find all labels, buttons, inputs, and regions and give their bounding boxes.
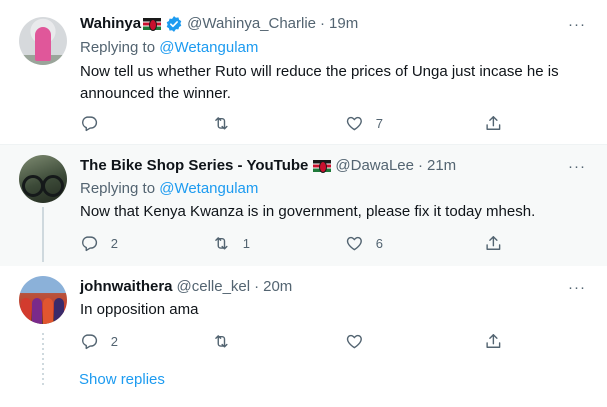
separator: · <box>254 278 260 295</box>
display-name[interactable]: Wahinya <box>80 14 141 34</box>
avatar[interactable] <box>19 17 67 65</box>
heart-icon <box>346 334 362 348</box>
avatar-bike-wheel <box>42 175 64 197</box>
tweet-text: In opposition ama <box>80 301 199 318</box>
tweet-3[interactable]: johnwaithera @celle_kel · 20m ··· In opp… <box>0 266 607 407</box>
retweet-icon <box>215 236 228 250</box>
retweet-icon <box>215 334 228 348</box>
reply-button[interactable] <box>80 113 111 133</box>
retweet-button[interactable] <box>212 113 243 133</box>
separator: · <box>418 157 423 174</box>
timestamp[interactable]: 19m <box>329 14 358 34</box>
replying-to-label: Replying to <box>80 180 156 197</box>
avatar[interactable] <box>19 276 67 324</box>
share-icon <box>486 235 501 250</box>
more-options-icon[interactable]: ··· <box>567 280 587 301</box>
reply-count: 2 <box>110 333 118 349</box>
like-button[interactable] <box>345 331 376 351</box>
reply-icon <box>82 334 98 349</box>
tweet-actions: 2 <box>80 331 520 351</box>
retweet-icon <box>215 116 228 130</box>
like-button[interactable]: 6 <box>345 233 383 253</box>
like-count: 7 <box>375 115 383 131</box>
more-options-icon[interactable]: ··· <box>567 159 587 180</box>
tweet-text: Now that Kenya Kwanza is in government, … <box>80 203 536 220</box>
tweet-actions: 7 <box>80 113 520 133</box>
kenya-flag-icon <box>313 160 332 173</box>
share-button[interactable] <box>484 233 503 253</box>
mention-link[interactable]: @Wetangulam <box>159 180 258 197</box>
avatar-figure <box>32 298 42 324</box>
tweet-text: Now tell us whether Ruto will reduce the… <box>80 63 559 102</box>
like-count: 6 <box>375 235 383 251</box>
tweet-header: The Bike Shop Series - YouTube @DawaLee … <box>80 156 456 176</box>
more-options-icon[interactable]: ··· <box>567 17 587 38</box>
tweet-1[interactable]: Wahinya @Wahinya_Charlie · 19m ··· Reply… <box>0 0 607 145</box>
share-button[interactable] <box>484 331 503 351</box>
user-handle[interactable]: @Wahinya_Charlie <box>187 14 316 34</box>
display-name[interactable]: The Bike Shop Series - YouTube <box>80 156 308 176</box>
like-button[interactable]: 7 <box>345 113 383 133</box>
tweet-header: johnwaithera @celle_kel · 20m <box>80 277 292 297</box>
timestamp[interactable]: 20m <box>263 277 292 297</box>
avatar-figure <box>21 298 31 324</box>
tweet-actions: 2 1 6 <box>80 233 520 253</box>
replying-to-label: Replying to <box>80 39 156 56</box>
show-replies-link[interactable]: Show replies <box>79 370 165 390</box>
avatar-figure <box>54 298 64 324</box>
kenya-flag-icon <box>143 18 162 31</box>
reply-icon <box>82 236 98 251</box>
tweet-2[interactable]: The Bike Shop Series - YouTube @DawaLee … <box>0 145 607 266</box>
avatar-bike-wheel <box>22 175 44 197</box>
user-handle[interactable]: @DawaLee <box>335 156 414 176</box>
heart-icon <box>346 116 362 130</box>
reply-count: 2 <box>110 235 118 251</box>
retweet-button[interactable] <box>212 331 243 351</box>
replying-to: Replying to @Wetangulam <box>80 179 258 199</box>
share-icon <box>486 115 501 130</box>
retweet-count: 1 <box>242 235 250 251</box>
verified-badge-icon <box>166 16 182 32</box>
replying-to: Replying to @Wetangulam <box>80 38 258 58</box>
reply-icon <box>82 116 98 131</box>
timestamp[interactable]: 21m <box>427 156 456 176</box>
avatar-figure <box>43 298 53 324</box>
avatar-figure <box>35 27 51 61</box>
display-name[interactable]: johnwaithera <box>80 277 173 297</box>
tweet-header: Wahinya @Wahinya_Charlie · 19m <box>80 14 358 34</box>
share-button[interactable] <box>484 113 503 133</box>
retweet-button[interactable]: 1 <box>212 233 250 253</box>
reply-button[interactable]: 2 <box>80 233 118 253</box>
user-handle[interactable]: @celle_kel <box>177 277 251 297</box>
reply-button[interactable]: 2 <box>80 331 118 351</box>
mention-link[interactable]: @Wetangulam <box>159 39 258 56</box>
thread-connector-line <box>42 207 44 262</box>
thread-ellipsis-line <box>42 333 44 388</box>
separator: · <box>320 15 326 32</box>
heart-icon <box>346 236 362 250</box>
avatar[interactable] <box>19 155 67 203</box>
share-icon <box>486 333 501 348</box>
